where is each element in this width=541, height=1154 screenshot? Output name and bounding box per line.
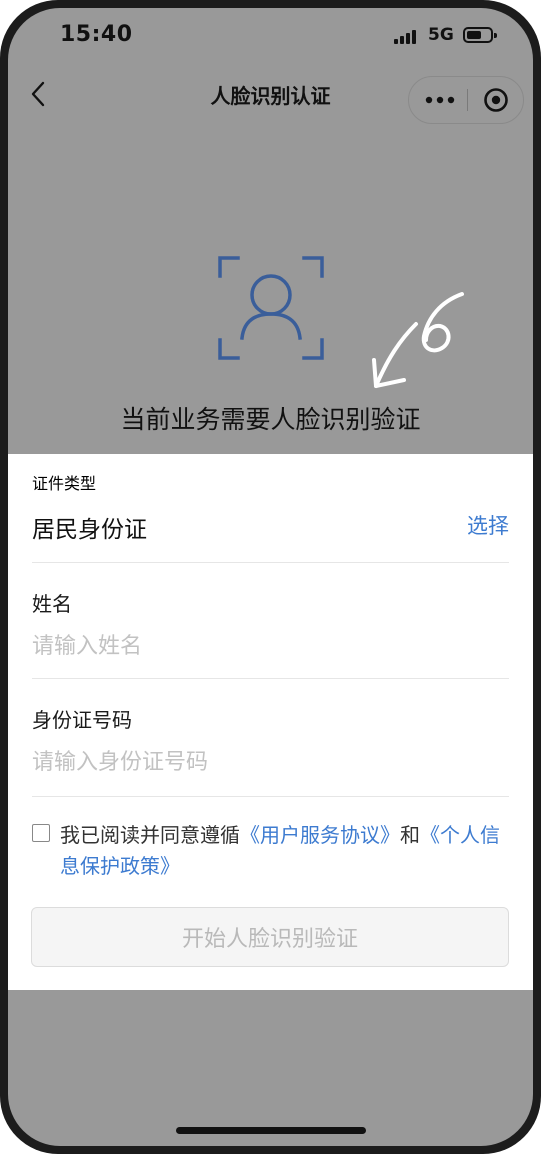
nav-bar: 人脸识别认证 [8, 64, 533, 128]
name-label: 姓名 [32, 592, 72, 616]
user-agreement-link[interactable]: 《用户服务协议》 [240, 823, 400, 847]
mini-program-capsule [408, 76, 524, 124]
more-button[interactable] [423, 87, 457, 113]
divider [32, 562, 509, 563]
more-icon [425, 96, 455, 104]
id-type-value: 居民身份证 [32, 517, 147, 543]
start-face-verify-button[interactable]: 开始人脸识别验证 [31, 907, 509, 967]
agreement-and: 和 [400, 823, 420, 847]
face-verify-hint: 当前业务需要人脸识别验证 [120, 405, 421, 434]
status-time: 15:40 [60, 22, 133, 47]
handwritten-arrow-annotation [372, 292, 464, 388]
divider [32, 796, 509, 797]
network-label: 5G [428, 25, 454, 45]
battery-icon [463, 27, 497, 43]
id-type-label: 证件类型 [32, 474, 97, 493]
agreement-text: 我已阅读并同意遵循《用户服务协议》和《个人信息保护政策》 [60, 820, 512, 882]
agreement-prefix: 我已阅读并同意遵循 [60, 823, 240, 847]
home-indicator [176, 1127, 366, 1134]
screen: 15:40 5G 人脸识别认证 当前业务需要人脸识别验证 证件类型 居民身份证 … [8, 8, 533, 1146]
close-mini-program-button[interactable] [481, 87, 511, 113]
status-bar: 15:40 5G [8, 8, 533, 64]
id-number-label: 身份证号码 [32, 708, 132, 732]
divider [32, 678, 509, 679]
target-icon [484, 88, 508, 112]
name-input[interactable]: 请输入姓名 [32, 628, 509, 660]
agreement-row: 我已阅读并同意遵循《用户服务协议》和《个人信息保护政策》 [32, 820, 512, 882]
id-number-input[interactable]: 请输入身份证号码 [32, 744, 509, 776]
signal-icon [394, 30, 420, 44]
phone-frame: 15:40 5G 人脸识别认证 当前业务需要人脸识别验证 证件类型 居民身份证 … [0, 0, 541, 1154]
agreement-checkbox[interactable] [32, 824, 50, 842]
capsule-divider [467, 89, 468, 111]
id-type-select-link[interactable]: 选择 [467, 510, 509, 540]
verification-form: 证件类型 居民身份证 选择 姓名 请输入姓名 身份证号码 请输入身份证号码 我已… [8, 454, 533, 990]
face-scan-icon [218, 256, 324, 360]
